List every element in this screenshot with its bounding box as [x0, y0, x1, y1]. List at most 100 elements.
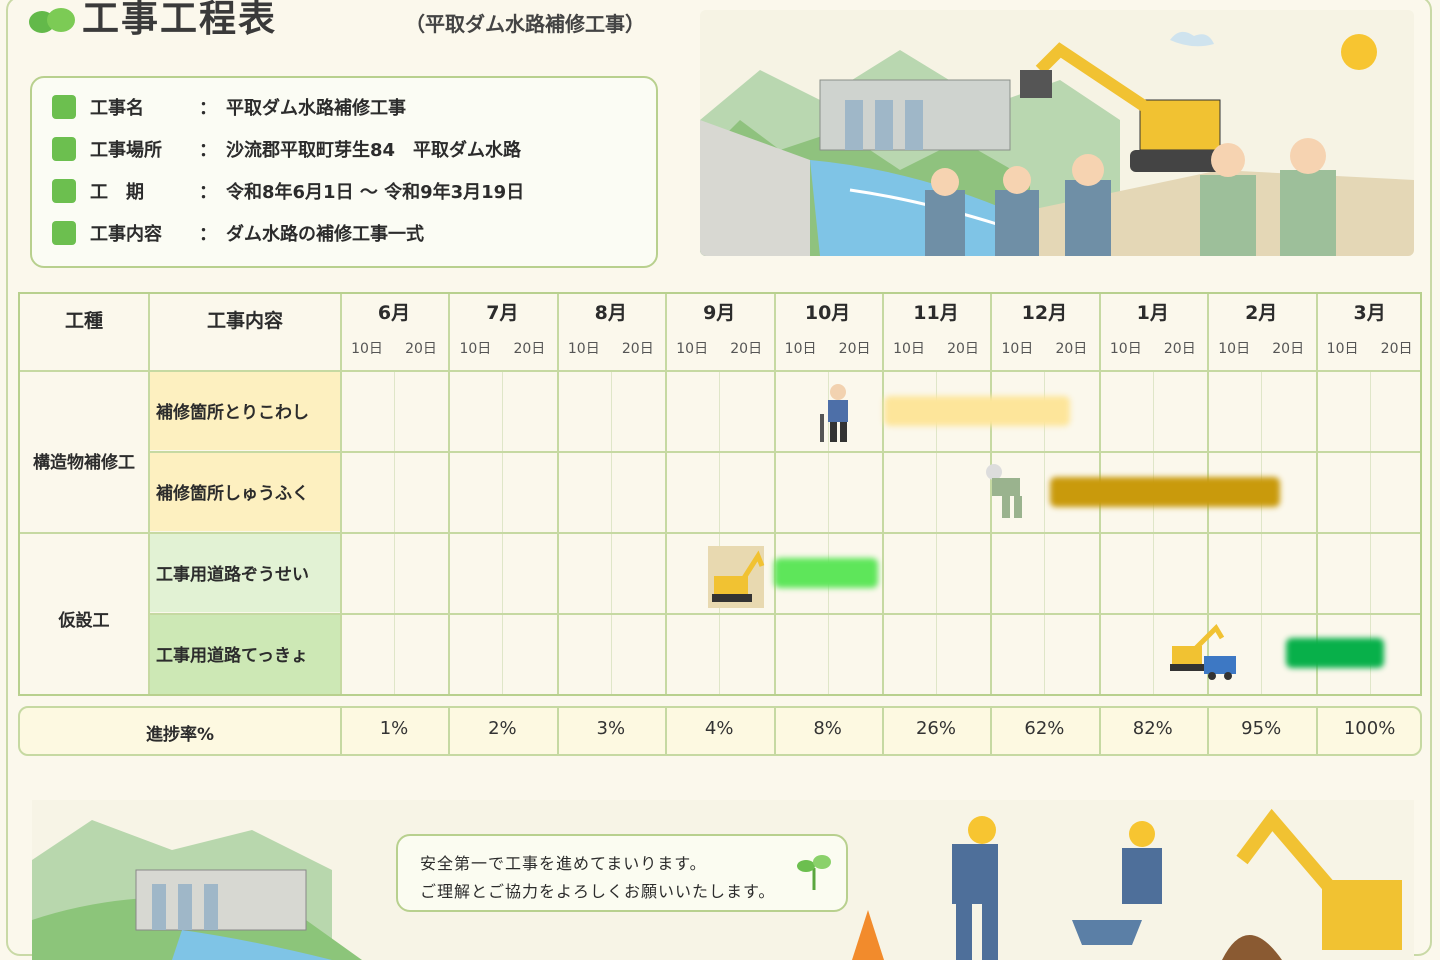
bullet-icon [52, 221, 76, 245]
info-colon: ： [199, 182, 217, 203]
day-tick: 20日 [621, 341, 654, 357]
progress-value: 62% [1024, 718, 1065, 739]
row-divider [150, 613, 1420, 615]
progress-divider [556, 708, 559, 754]
info-value: ダム水路の補修工事一式 [226, 224, 424, 245]
progress-divider [1315, 708, 1318, 754]
info-label: 工事内容 [90, 224, 162, 245]
schedule-table: 工種 工事内容 6月 10日 20日 7月 10日 20日 8月 10日 20日 9月 10日 20日… [18, 292, 1422, 696]
excavator-icon [708, 546, 765, 608]
month-header: 3月 [1353, 302, 1386, 324]
day-tick: 10日 [676, 341, 709, 357]
dam-scene-image [700, 10, 1414, 256]
sun-icon [1341, 34, 1377, 70]
day-tick: 10日 [1326, 341, 1359, 357]
day-tick: 20日 [1272, 341, 1305, 357]
message-line-1: 安全第一で工事を進めてまいります。 [420, 854, 707, 873]
task-road-build: 工事用道路ぞうせい [156, 564, 309, 585]
progress-divider [882, 708, 884, 754]
day-tick: 20日 [513, 341, 546, 357]
month-header: 1月 [1136, 302, 1169, 324]
progress-divider [773, 708, 776, 754]
month-divider [773, 294, 776, 694]
worker-repair-icon [986, 464, 1022, 518]
info-row-place: 工事場所 ： 沙流郡平取町芽生84 平取ダム水路 [52, 136, 521, 162]
info-row-period: 工 期 ： 令和8年6月1日 ～ 令和9年3月19日 [52, 178, 524, 204]
info-value: 令和8年6月1日 ～ 令和9年3月19日 [226, 182, 525, 203]
progress-divider [340, 708, 342, 754]
day-tick: 20日 [1163, 341, 1196, 357]
progress-divider [665, 708, 668, 754]
progress-label: 進捗率% [145, 725, 215, 745]
progress-value: 82% [1132, 718, 1173, 739]
bar-repair [1050, 477, 1280, 507]
worker-jackhammer-icon [820, 384, 848, 442]
progress-value: 2% [488, 718, 517, 739]
day-tick: 20日 [947, 341, 979, 357]
day-tick: 10日 [1218, 341, 1251, 357]
group-structure-repair: 構造物補修工 [33, 453, 135, 473]
day-tick: 10日 [1109, 341, 1142, 357]
info-colon: ： [199, 140, 217, 161]
day-tick: 10日 [1001, 341, 1034, 357]
day-tick: 10日 [351, 341, 383, 357]
day-tick: 10日 [459, 341, 492, 357]
excavator-truck-icon [1170, 623, 1236, 680]
info-value: 平取ダム水路補修工事 [226, 98, 406, 119]
progress-divider [1207, 708, 1210, 754]
day-tick: 20日 [1380, 341, 1413, 357]
month-divider [882, 294, 884, 694]
day-tick: 20日 [730, 341, 763, 357]
group-temporary-works: 仮設工 [58, 611, 110, 631]
bar-road-build [774, 558, 878, 588]
row-divider [150, 451, 1420, 453]
page-title: 工事工程表 [82, 0, 277, 40]
col-header-content: 工事内容 [206, 310, 283, 332]
task-repair: 補修箇所しゅうふく [156, 483, 309, 504]
info-row-name: 工事名 ： 平取ダム水路補修工事 [52, 94, 406, 120]
progress-value: 3% [596, 718, 626, 739]
progress-divider [990, 708, 993, 754]
month-header: 6月 [377, 302, 411, 324]
info-colon: ： [199, 224, 217, 245]
progress-divider [448, 708, 451, 754]
task-demolish: 補修箇所とりこわし [156, 402, 309, 423]
month-header: 11月 [913, 302, 959, 324]
seedling-icon [797, 855, 831, 890]
day-tick: 10日 [567, 341, 600, 357]
bullet-icon [52, 179, 76, 203]
task-road-remove: 工事用道路てっきょ [156, 646, 308, 666]
progress-value: 26% [915, 718, 956, 739]
project-info-box: 工事名 ： 平取ダム水路補修工事 工事場所 ： 沙流郡平取町芽生84 平取ダム水… [30, 76, 658, 268]
month-divider [340, 294, 342, 694]
day-tick: 10日 [893, 341, 925, 357]
day-tick: 20日 [1055, 341, 1088, 357]
progress-value: 95% [1241, 718, 1282, 739]
message-line-2: ご理解とご協力をよろしくお願いいたします。 [420, 882, 776, 901]
info-label: 工事場所 [90, 140, 162, 161]
bar-road-remove [1286, 638, 1384, 668]
month-divider [665, 294, 668, 694]
month-divider [1315, 294, 1318, 694]
info-label: 工事名 [90, 98, 144, 119]
month-header: 9月 [703, 302, 736, 324]
safety-message-bubble: 安全第一で工事を進めてまいります。 ご理解とご協力をよろしくお願いいたします。 [396, 834, 848, 912]
month-header: 2月 [1245, 302, 1278, 324]
bullet-icon [52, 137, 76, 161]
month-divider [448, 294, 451, 694]
day-tick: 20日 [838, 341, 871, 357]
progress-row: 進捗率% 1% 2% 3% 4% 8% 26% 62% 82% 95% 100% [18, 706, 1422, 756]
info-label: 工 期 [90, 182, 144, 203]
info-value: 沙流郡平取町芽生84 平取ダム水路 [226, 140, 522, 161]
month-header: 7月 [486, 302, 519, 324]
construction-illustration [700, 10, 1414, 256]
progress-value: 8% [813, 718, 842, 739]
info-row-content: 工事内容 ： ダム水路の補修工事一式 [52, 220, 424, 246]
info-colon: ： [199, 98, 217, 119]
progress-divider [1098, 708, 1101, 754]
leaf-logo-icon [29, 8, 75, 33]
month-header: 12月 [1021, 302, 1068, 324]
day-tick: 10日 [784, 341, 817, 357]
page-subtitle: （平取ダム水路補修工事） [405, 12, 645, 36]
progress-value: 4% [704, 718, 734, 739]
